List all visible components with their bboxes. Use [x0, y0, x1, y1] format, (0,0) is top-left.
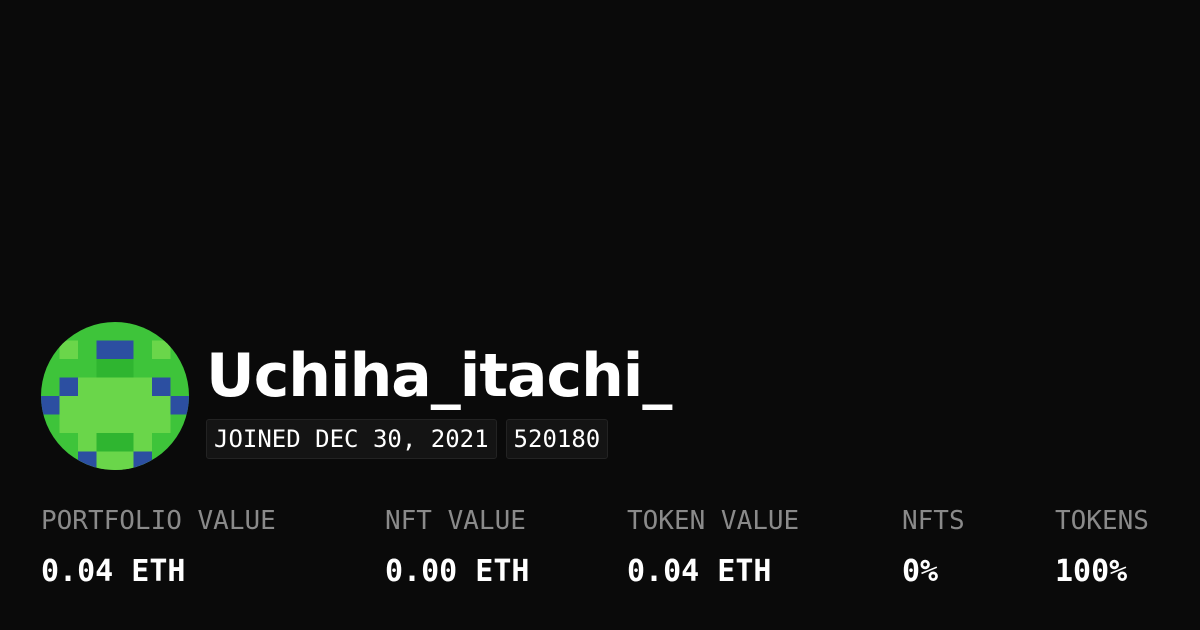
stat-value: 100%: [1055, 554, 1128, 589]
stat-portfolio-value: PORTFOLIO VALUE 0.04 ETH: [41, 503, 276, 591]
stat-nft-value: NFT VALUE 0.00 ETH: [385, 503, 530, 591]
stat-label: NFTS: [902, 506, 965, 536]
stat-value: 0.04 ETH: [627, 554, 772, 589]
stat-value: 0.00 ETH: [385, 554, 530, 589]
stat-label: NFT VALUE: [385, 506, 526, 536]
stat-tokens: TOKENS 100%: [1055, 503, 1149, 591]
stat-label: TOKEN VALUE: [627, 506, 800, 536]
stat-label: TOKENS: [1055, 506, 1149, 536]
stat-value: 0%: [902, 554, 939, 589]
stat-label: PORTFOLIO VALUE: [41, 506, 276, 536]
joined-date-badge: JOINED DEC 30, 2021: [206, 419, 497, 459]
user-id-badge: 520180: [505, 419, 609, 459]
pixel-avatar-icon: [41, 322, 189, 470]
username: Uchiha_itachi_: [206, 341, 672, 411]
profile-badges: JOINED DEC 30, 2021 520180: [206, 419, 609, 459]
stat-nfts: NFTS 0%: [902, 503, 965, 591]
stat-value: 0.04 ETH: [41, 554, 186, 589]
stat-token-value: TOKEN VALUE 0.04 ETH: [627, 503, 799, 591]
avatar: [41, 322, 189, 470]
